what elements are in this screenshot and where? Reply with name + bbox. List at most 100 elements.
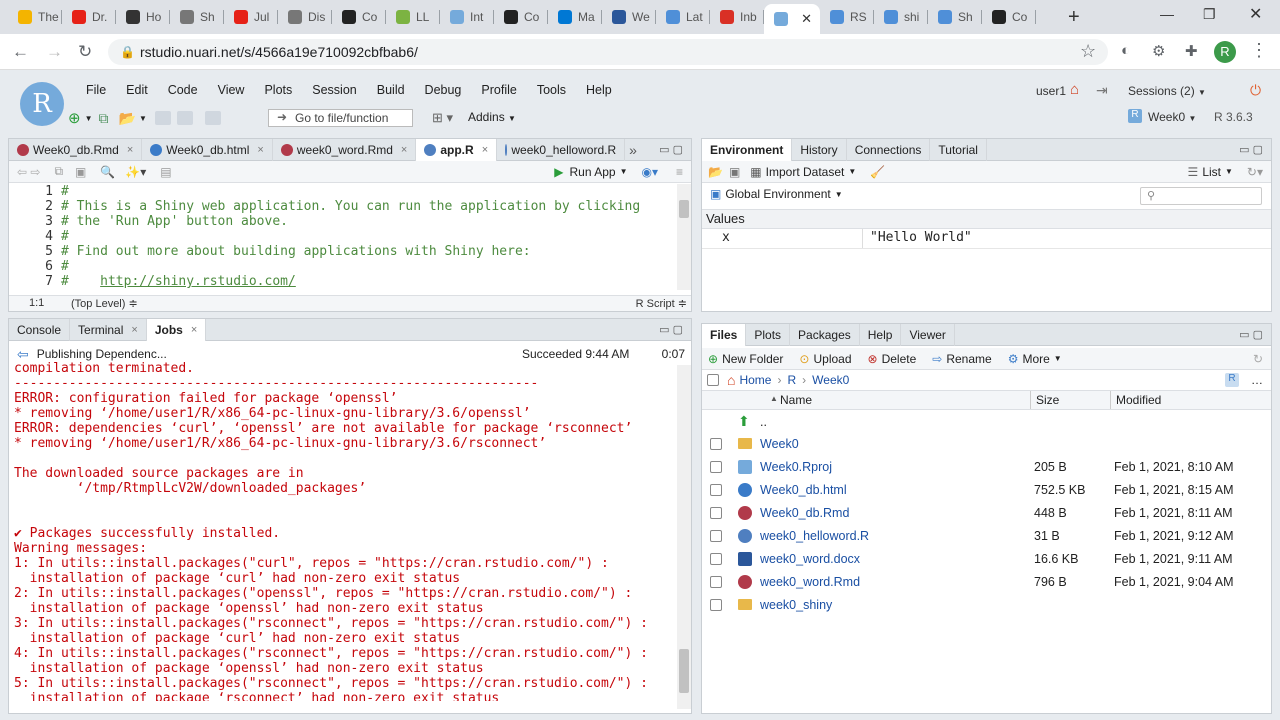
file-name[interactable]: week0_word.Rmd: [760, 575, 860, 589]
browser-tab[interactable]: shi: [874, 4, 928, 30]
rename-button[interactable]: Rename: [946, 352, 991, 366]
browser-tab[interactable]: Inb: [710, 4, 764, 30]
browser-tab[interactable]: Int: [440, 4, 494, 30]
pane-min-max-icon[interactable]: ▭ ▢: [659, 323, 683, 336]
tab-tutorial[interactable]: Tutorial: [930, 139, 987, 161]
tab-week0-helloword-r[interactable]: week0_helloword.R: [497, 139, 626, 161]
file-checkbox[interactable]: [710, 437, 722, 450]
save-icon[interactable]: [154, 111, 171, 125]
file-checkbox[interactable]: [710, 483, 722, 496]
go-to-file-input[interactable]: ➜ Go to file/function: [268, 109, 413, 127]
back-icon[interactable]: ←: [12, 42, 29, 62]
file-checkbox[interactable]: [710, 506, 722, 519]
menu-help[interactable]: Help: [576, 82, 622, 98]
close-tab-icon[interactable]: ×: [127, 139, 133, 161]
file-row[interactable]: Week0: [702, 432, 1271, 455]
parent-dir-row[interactable]: ⬆ ..: [702, 410, 1271, 433]
browser-tab[interactable]: Co: [332, 4, 386, 30]
menu-profile[interactable]: Profile: [471, 82, 526, 98]
breadcrumb-r[interactable]: R: [787, 373, 796, 387]
print-icon[interactable]: [204, 111, 221, 125]
select-all-checkbox[interactable]: [707, 374, 719, 386]
publish-icon[interactable]: ◉▾: [641, 165, 658, 179]
file-row[interactable]: Week0.Rproj 205 B Feb 1, 2021, 8:10 AM: [702, 455, 1271, 478]
url-omnibox[interactable]: 🔒 rstudio.nuari.net/s/4566a19e710092cbfb…: [108, 39, 1108, 65]
forward-icon[interactable]: →: [46, 42, 63, 62]
console-output[interactable]: compilation terminated. -----------------…: [14, 361, 682, 701]
tab-viewer[interactable]: Viewer: [901, 324, 955, 346]
pane-min-max-icon[interactable]: ▭ ▢: [1239, 143, 1263, 156]
browser-tab[interactable]: Ma: [548, 4, 602, 30]
save-workspace-icon[interactable]: ▣: [729, 165, 740, 179]
broom-icon[interactable]: 🧹: [870, 165, 885, 179]
scope-selector[interactable]: (Top Level) ≑: [71, 297, 138, 310]
delete-button[interactable]: Delete: [882, 352, 917, 366]
file-row[interactable]: Week0_db.Rmd 448 B Feb 1, 2021, 8:11 AM: [702, 501, 1271, 524]
minimize-window-button[interactable]: —: [1160, 6, 1174, 22]
new-tab-button[interactable]: +: [1068, 6, 1080, 29]
back-arrow-icon[interactable]: ⇦: [17, 346, 29, 363]
file-checkbox[interactable]: [710, 552, 722, 565]
file-row[interactable]: week0_helloword.R 31 B Feb 1, 2021, 9:12 A…: [702, 524, 1271, 547]
browser-tab[interactable]: Dis: [278, 4, 332, 30]
more-options-icon[interactable]: …: [1251, 373, 1263, 387]
search-icon[interactable]: 🔍: [100, 165, 115, 179]
menu-view[interactable]: View: [208, 82, 255, 98]
wand-icon[interactable]: ✨▾: [125, 165, 146, 179]
chevron-down-icon[interactable]: ▼: [85, 114, 93, 123]
col-modified[interactable]: Modified: [1116, 393, 1161, 407]
browser-tab[interactable]: Lat: [656, 4, 710, 30]
browser-tab[interactable]: RS: [820, 4, 874, 30]
file-row[interactable]: week0_shiny: [702, 593, 1271, 616]
file-checkbox[interactable]: [710, 529, 722, 542]
browser-tab[interactable]: Co: [982, 4, 1036, 30]
tab-week0-db-rmd[interactable]: Week0_db.Rmd ×: [9, 139, 143, 161]
upload-button[interactable]: Upload: [813, 352, 851, 366]
code-area[interactable]: 12345678 ## This is a Shiny web applicat…: [9, 184, 681, 290]
addins-menu[interactable]: Addins ▼: [468, 110, 516, 124]
file-name[interactable]: Week0.Rproj: [760, 460, 832, 474]
project-menu[interactable]: Week0 ▼: [1148, 110, 1196, 124]
file-checkbox[interactable]: [710, 575, 722, 588]
menu-session[interactable]: Session: [302, 82, 366, 98]
file-row[interactable]: week0_word.Rmd 796 B Feb 1, 2021, 9:04 AM: [702, 570, 1271, 593]
close-tab-icon[interactable]: ×: [401, 139, 407, 161]
menu-plots[interactable]: Plots: [254, 82, 302, 98]
tab-week0-word-rmd[interactable]: week0_word.Rmd ×: [273, 139, 417, 161]
outline-icon[interactable]: ≡: [676, 165, 683, 179]
file-name[interactable]: Week0: [760, 437, 799, 451]
refresh-icon[interactable]: ↻: [1253, 352, 1263, 366]
refresh-icon[interactable]: ↻▾: [1247, 165, 1263, 179]
shiny-link[interactable]: http://shiny.rstudio.com/: [100, 274, 296, 289]
env-variable-row[interactable]: x "Hello World": [702, 229, 1271, 249]
menu-tools[interactable]: Tools: [527, 82, 576, 98]
back-icon[interactable]: ⇦ ⇨: [17, 165, 40, 179]
breadcrumb-week0[interactable]: Week0: [812, 373, 849, 387]
new-folder-button[interactable]: New Folder: [722, 352, 783, 366]
menu-debug[interactable]: Debug: [415, 82, 472, 98]
sessions-menu[interactable]: Sessions (2) ▼: [1128, 84, 1206, 98]
menu-code[interactable]: Code: [158, 82, 208, 98]
maximize-window-button[interactable]: ❐: [1203, 6, 1216, 23]
import-dataset-button[interactable]: Import Dataset: [766, 165, 845, 179]
browser-tab[interactable]: Ho: [116, 4, 170, 30]
compile-report-icon[interactable]: ▤: [160, 165, 171, 179]
close-tab-icon[interactable]: ×: [191, 319, 197, 341]
open-workspace-icon[interactable]: 📂: [708, 165, 723, 179]
pane-min-max-icon[interactable]: ▭ ▢: [659, 143, 683, 156]
tab-app-r[interactable]: app.R ×: [416, 139, 498, 161]
home-icon[interactable]: ⌂: [727, 372, 735, 388]
tab-help[interactable]: Help: [860, 324, 902, 346]
run-app-button[interactable]: Run App: [570, 165, 616, 179]
tab-terminal[interactable]: Terminal ×: [70, 319, 147, 341]
file-name[interactable]: week0_word.docx: [760, 552, 860, 566]
file-name[interactable]: week0_shiny: [760, 598, 832, 612]
reload-icon[interactable]: ↻: [78, 42, 92, 62]
open-file-icon[interactable]: 📂: [119, 110, 136, 127]
more-tabs-icon[interactable]: »: [629, 139, 637, 160]
sign-out-icon[interactable]: ⇥: [1096, 82, 1108, 99]
grid-layout-icon[interactable]: ⊞ ▾: [432, 110, 453, 126]
file-checkbox[interactable]: [710, 460, 722, 473]
editor-scrollbar[interactable]: [677, 184, 691, 290]
browser-tab[interactable]: The: [8, 4, 62, 30]
